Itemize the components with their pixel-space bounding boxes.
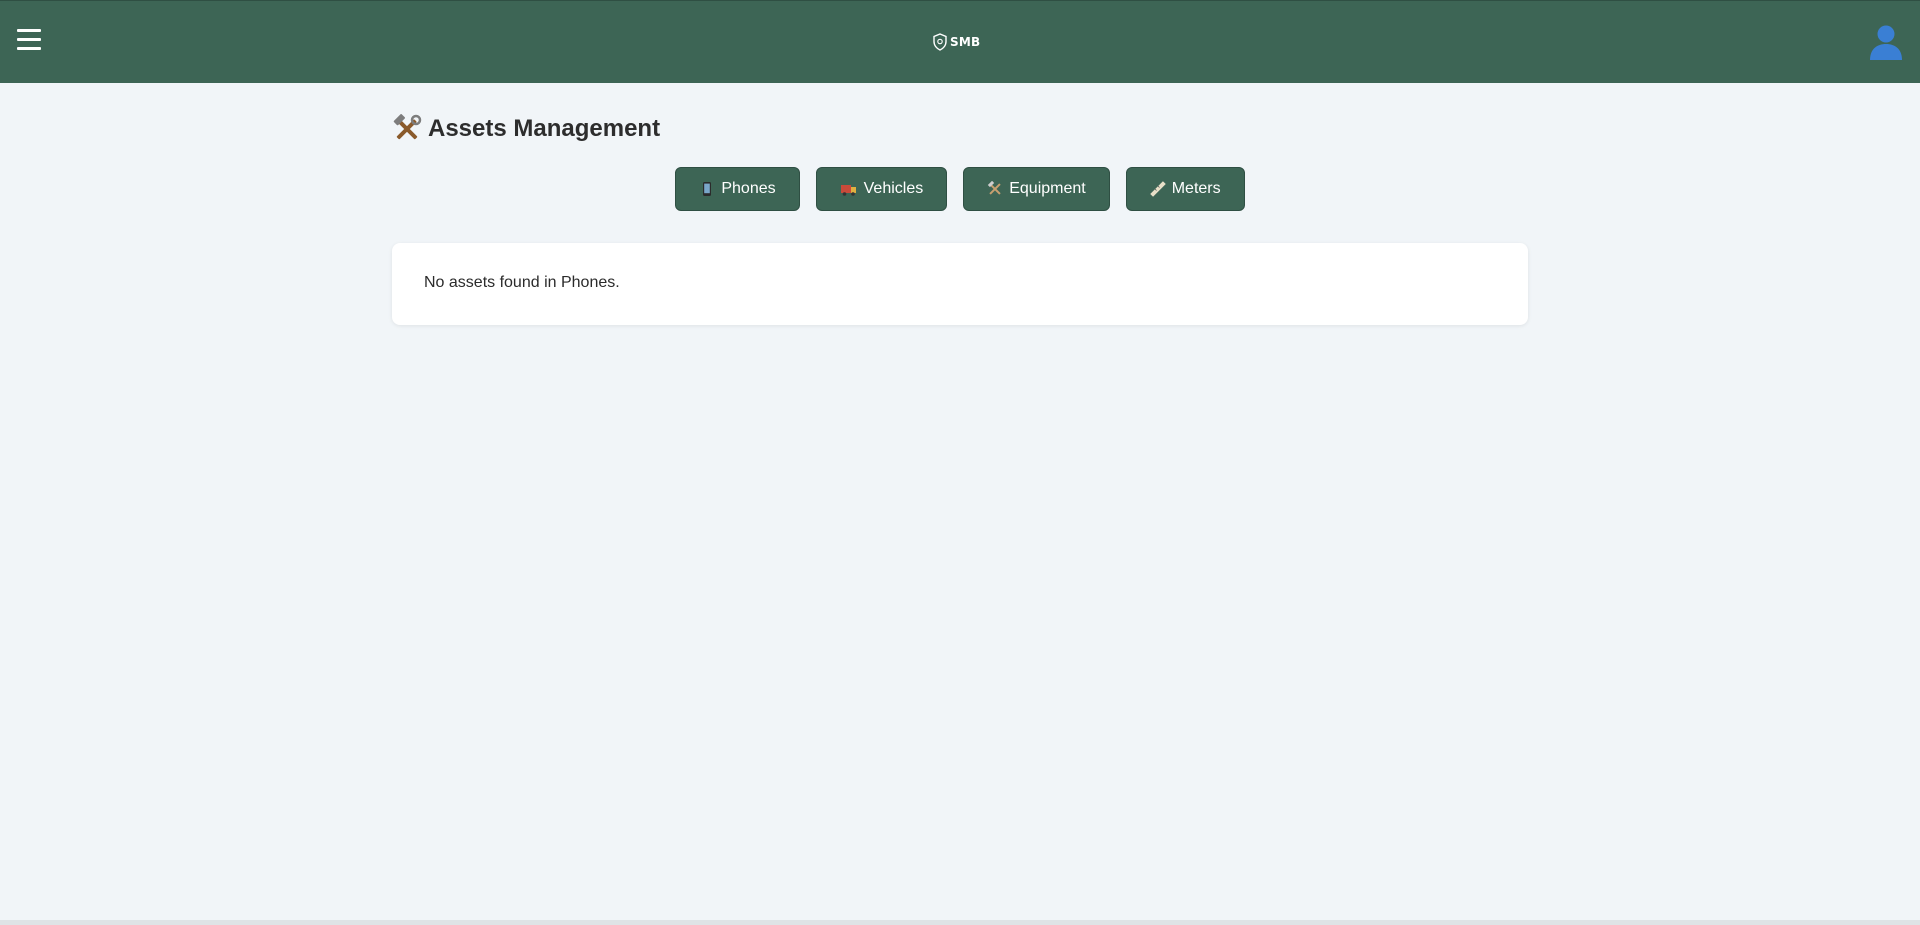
tab-vehicles-label: Vehicles: [863, 180, 924, 197]
main-content: Assets Management Phones Vehicles Equipm…: [392, 83, 1528, 325]
hamburger-icon-bar: [17, 47, 41, 50]
asset-category-tabs: Phones Vehicles Equipment Meters: [392, 167, 1528, 211]
tools-icon: [393, 114, 422, 140]
hamburger-icon-bar: [17, 38, 41, 41]
tab-meters[interactable]: Meters: [1125, 167, 1245, 211]
assets-list-card: No assets found in Phones.: [392, 243, 1528, 325]
tab-vehicles[interactable]: Vehicles: [815, 167, 948, 211]
top-navbar: SMB: [0, 0, 1920, 83]
logo[interactable]: SMB: [932, 30, 980, 54]
page-title: Assets Management: [392, 113, 1528, 145]
ruler-icon: [1149, 181, 1166, 197]
tab-equipment-label: Equipment: [1009, 180, 1086, 197]
bottom-divider: [0, 920, 1920, 925]
tab-equipment[interactable]: Equipment: [963, 167, 1110, 211]
phone-icon: [703, 182, 712, 196]
tab-phones-label: Phones: [721, 180, 776, 197]
shield-icon: [933, 33, 947, 51]
hamburger-menu-button[interactable]: [14, 26, 44, 56]
page-title-text: Assets Management: [428, 115, 661, 142]
logo-text: SMB: [950, 35, 981, 49]
tab-phones[interactable]: Phones: [675, 167, 800, 211]
truck-icon: [840, 185, 856, 196]
tab-meters-label: Meters: [1171, 180, 1221, 197]
tools-icon: [988, 181, 1001, 195]
empty-state-message: No assets found in Phones.: [424, 274, 620, 291]
hamburger-icon-bar: [17, 29, 41, 32]
user-icon: [1870, 25, 1902, 60]
user-account-button[interactable]: [1868, 23, 1904, 61]
